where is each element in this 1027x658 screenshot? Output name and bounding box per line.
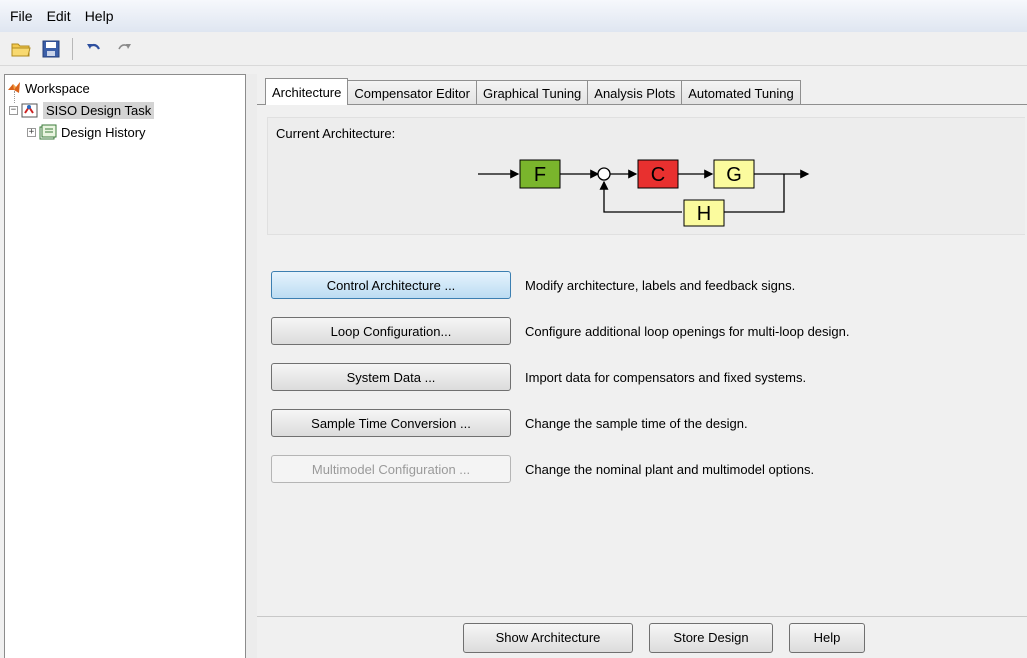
undo-button[interactable] (81, 36, 107, 62)
main-panel: Architecture Compensator Editor Graphica… (257, 74, 1027, 658)
tab-compensator-editor[interactable]: Compensator Editor (347, 80, 477, 105)
block-h: H (683, 199, 725, 227)
loop-configuration-description: Configure additional loop openings for m… (525, 323, 850, 339)
show-architecture-button[interactable]: Show Architecture (463, 622, 633, 653)
architecture-panel: Current Architecture: F C G H Control Ar… (257, 104, 1027, 614)
workspace-tree: Workspace − SISO Design Task + Design Hi… (4, 74, 246, 658)
expand-icon[interactable]: + (27, 127, 36, 137)
bottom-button-bar: Show Architecture Store Design Help (257, 616, 1027, 658)
block-c: C (637, 159, 679, 189)
save-button[interactable] (38, 36, 64, 62)
architecture-diagram: F C G H (478, 159, 810, 227)
system-data-button[interactable]: System Data ... (271, 363, 511, 391)
tab-automated-tuning[interactable]: Automated Tuning (681, 80, 801, 105)
menu-help[interactable]: Help (85, 8, 114, 24)
menu-file[interactable]: File (10, 8, 33, 24)
toolbar-separator (72, 37, 73, 60)
control-architecture-button[interactable]: Control Architecture ... (271, 271, 511, 299)
tree-label-design-history: Design History (61, 124, 146, 140)
block-g-label: G (726, 164, 742, 186)
toolbar (0, 32, 1027, 66)
system-data-description: Import data for compensators and fixed s… (525, 369, 807, 385)
redo-button[interactable] (111, 36, 137, 62)
block-f: F (519, 159, 561, 189)
matlab-logo-icon (8, 82, 20, 93)
sample-time-conversion-button[interactable]: Sample Time Conversion ... (271, 409, 511, 437)
control-architecture-description: Modify architecture, labels and feedback… (525, 277, 796, 293)
loop-configuration-button[interactable]: Loop Configuration... (271, 317, 511, 345)
tree-node-design-history[interactable]: + Design History (27, 121, 146, 143)
tab-analysis-plots[interactable]: Analysis Plots (587, 80, 683, 105)
tab-architecture[interactable]: Architecture (265, 78, 349, 105)
multimodel-configuration-button: Multimodel Configuration ... (271, 455, 511, 483)
sample-time-conversion-description: Change the sample time of the design. (525, 415, 748, 431)
menu-bar: File Edit Help (0, 0, 1027, 32)
tree-node-siso-design-task[interactable]: − SISO Design Task (9, 99, 155, 121)
undo-icon (87, 43, 100, 50)
tab-bar: Architecture Compensator Editor Graphica… (265, 78, 801, 105)
store-design-button[interactable]: Store Design (649, 622, 773, 653)
current-architecture-box: Current Architecture: F C G H (267, 117, 1025, 235)
block-f-label: F (534, 164, 546, 186)
redo-icon (118, 43, 131, 49)
menu-edit[interactable]: Edit (47, 8, 71, 24)
splitter[interactable] (246, 74, 257, 658)
help-button[interactable]: Help (789, 622, 865, 653)
tab-graphical-tuning[interactable]: Graphical Tuning (476, 80, 589, 105)
action-row-multimodel-configuration: Multimodel Configuration ... Change the … (271, 455, 814, 483)
save-icon (42, 40, 60, 57)
tree-label-workspace: Workspace (25, 80, 90, 96)
collapse-icon[interactable]: − (9, 105, 18, 115)
task-icon (21, 103, 38, 118)
open-button[interactable] (8, 36, 34, 62)
action-row-control-architecture: Control Architecture ... Modify architec… (271, 271, 795, 299)
tree-label-siso-design-task: SISO Design Task (43, 101, 155, 119)
current-architecture-label: Current Architecture: (276, 126, 396, 141)
block-c-label: C (651, 164, 665, 186)
tree-node-workspace[interactable]: Workspace (7, 77, 90, 99)
history-folder-icon (39, 124, 57, 140)
block-g: G (713, 159, 755, 189)
multimodel-configuration-description: Change the nominal plant and multimodel … (525, 461, 815, 477)
block-h-label: H (697, 203, 711, 225)
action-row-system-data: System Data ... Import data for compensa… (271, 363, 806, 391)
action-row-loop-configuration: Loop Configuration... Configure addition… (271, 317, 850, 345)
action-row-sample-time-conversion: Sample Time Conversion ... Change the sa… (271, 409, 748, 437)
open-icon (11, 43, 31, 56)
